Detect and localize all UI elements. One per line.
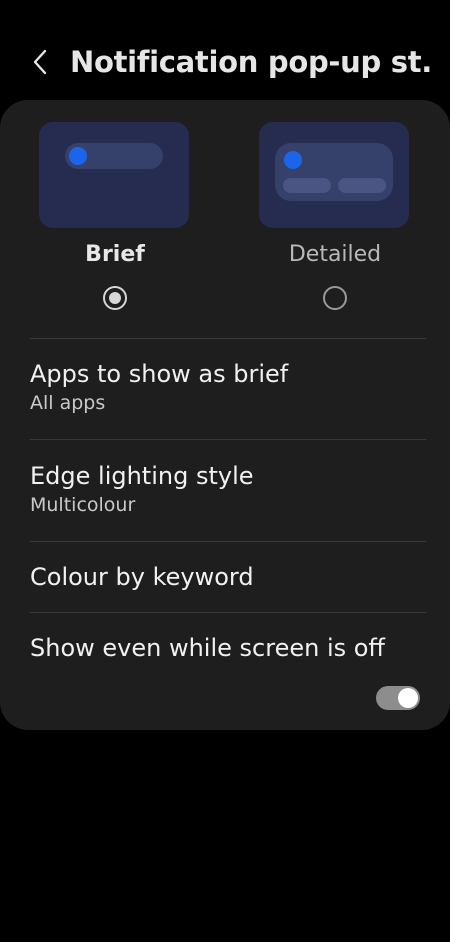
divider — [30, 541, 426, 542]
edge-lighting-value: Multicolour — [30, 494, 136, 516]
apps-to-show-title: Apps to show as brief — [30, 360, 289, 388]
detailed-preview-line — [283, 178, 331, 193]
show-screen-off-title: Show even while screen is off — [30, 634, 385, 662]
top-app-bar: Notification pop-up st... — [0, 0, 450, 100]
detailed-option[interactable]: Detailed — [259, 122, 411, 310]
edge-lighting-row[interactable]: Edge lighting style Multicolour — [30, 460, 426, 518]
brief-label: Brief — [85, 242, 145, 267]
detailed-preview-image[interactable] — [259, 122, 409, 228]
chevron-left-icon — [33, 49, 47, 75]
divider — [30, 338, 426, 339]
show-screen-off-toggle[interactable] — [376, 686, 420, 710]
show-screen-off-row[interactable]: Show even while screen is off — [30, 632, 426, 664]
detailed-radio-button[interactable] — [323, 286, 347, 310]
brief-option[interactable]: Brief — [39, 122, 191, 310]
detailed-preview-line — [338, 178, 386, 193]
edge-lighting-title: Edge lighting style — [30, 462, 254, 490]
toggle-knob — [398, 688, 418, 708]
apps-to-show-value: All apps — [30, 392, 106, 414]
detailed-preview-dot — [284, 151, 302, 169]
detailed-label: Detailed — [288, 242, 382, 267]
page-title: Notification pop-up st... — [70, 45, 430, 79]
colour-by-keyword-row[interactable]: Colour by keyword — [30, 561, 426, 593]
brief-preview-dot — [69, 147, 87, 165]
divider — [30, 612, 426, 613]
divider — [30, 439, 426, 440]
brief-radio-button[interactable] — [103, 286, 127, 310]
brief-preview-image[interactable] — [39, 122, 189, 228]
settings-card: Brief Detailed Apps to show as brief All… — [0, 100, 450, 730]
apps-to-show-row[interactable]: Apps to show as brief All apps — [30, 358, 426, 416]
back-button[interactable] — [20, 40, 60, 84]
colour-by-keyword-title: Colour by keyword — [30, 563, 254, 591]
